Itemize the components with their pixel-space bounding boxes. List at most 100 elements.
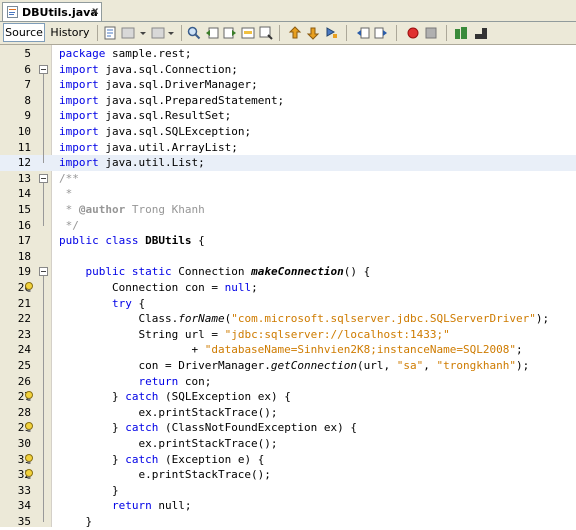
fold-toggle-icon[interactable] — [39, 173, 48, 183]
line-number: 11 — [17, 140, 31, 154]
code-line[interactable]: 6 import java.sql.Connection; — [0, 62, 576, 78]
back-dropdown-icon[interactable] — [139, 26, 147, 40]
code-line[interactable]: 19 public static Connection makeConnecti… — [0, 264, 576, 280]
file-tab-title: DBUtils.java — [22, 6, 98, 19]
code-text: import java.util.ArrayList; — [59, 140, 238, 154]
line-number: 5 — [24, 47, 31, 60]
code-line[interactable]: 17 public class DBUtils { — [0, 233, 576, 249]
toolbar-separator — [181, 25, 182, 41]
code-line[interactable]: 32 e.printStackTrace(); — [0, 467, 576, 483]
code-line[interactable]: 29 } catch (ClassNotFoundException ex) { — [0, 420, 576, 436]
code-line[interactable]: 8 import java.sql.PreparedStatement; — [0, 93, 576, 109]
toggle-bookmark-icon[interactable] — [324, 26, 338, 40]
hint-lightbulb-icon[interactable] — [24, 453, 34, 465]
line-number: 12 — [17, 156, 31, 170]
code-line[interactable]: 27 } catch (SQLException ex) { — [0, 389, 576, 405]
line-number: 24 — [17, 343, 31, 357]
line-number: 22 — [17, 312, 31, 326]
code-line[interactable]: 21 try { — [0, 296, 576, 312]
hint-lightbulb-icon[interactable] — [24, 469, 34, 480]
code-text: import java.sql.Connection; — [59, 62, 238, 76]
code-line[interactable]: 15 * @author Trong Khanh — [0, 202, 576, 218]
code-text: */ — [59, 218, 79, 232]
line-number: 23 — [17, 327, 31, 341]
java-file-icon — [7, 6, 18, 18]
next-bookmark-icon[interactable] — [306, 26, 320, 40]
code-line[interactable]: 34 return null; — [0, 498, 576, 514]
code-text: import java.sql.PreparedStatement; — [59, 93, 285, 107]
code-line[interactable]: 22 Class.forName("com.microsoft.sqlserve… — [0, 311, 576, 327]
code-line[interactable]: 16 */ — [0, 218, 576, 234]
code-line[interactable]: 14 * — [0, 186, 576, 202]
hint-lightbulb-icon[interactable] — [24, 422, 34, 433]
code-line[interactable]: 33 } — [0, 483, 576, 499]
previous-bookmark-icon[interactable] — [288, 26, 302, 40]
code-line[interactable]: 26 return con; — [0, 374, 576, 390]
stop-macro-icon[interactable] — [424, 26, 438, 40]
source-button[interactable]: Source — [3, 23, 45, 42]
code-text: import java.sql.DriverManager; — [59, 78, 258, 92]
code-text: e.printStackTrace(); — [59, 468, 271, 482]
code-line[interactable]: 28 ex.printStackTrace(); — [0, 405, 576, 421]
code-line[interactable]: 30 ex.printStackTrace(); — [0, 436, 576, 452]
last-edit-icon[interactable] — [103, 26, 117, 40]
find-next-icon[interactable] — [223, 26, 237, 40]
line-number: 30 — [17, 437, 31, 450]
code-text: } — [59, 483, 119, 497]
code-text: package sample.rest; — [59, 47, 192, 60]
code-line[interactable]: 12 import java.util.List; — [0, 155, 576, 171]
code-line[interactable]: 9 import java.sql.ResultSet; — [0, 108, 576, 124]
start-macro-icon[interactable] — [406, 26, 420, 40]
line-number: 26 — [17, 374, 31, 388]
line-number: 13 — [17, 171, 31, 185]
fold-toggle-icon[interactable] — [39, 64, 48, 74]
fold-guide-line — [43, 182, 44, 226]
code-text: } catch (ClassNotFoundException ex) { — [59, 421, 358, 435]
fold-guide-line — [43, 276, 44, 522]
find-selection-icon[interactable] — [241, 26, 255, 40]
close-icon[interactable]: x — [92, 6, 98, 17]
line-number: 28 — [17, 405, 31, 419]
fold-toggle-icon[interactable] — [39, 267, 48, 277]
hint-lightbulb-icon[interactable] — [24, 282, 34, 293]
fold-guide-line — [43, 73, 44, 164]
editor-tab-bar: DBUtils.java x — [0, 0, 576, 22]
code-line[interactable]: 25 con = DriverManager.getConnection(url… — [0, 358, 576, 374]
forward-icon[interactable] — [151, 26, 165, 40]
code-line[interactable]: 20 Connection con = null; — [0, 280, 576, 296]
code-line[interactable]: 35 } — [0, 514, 576, 530]
line-number: 18 — [17, 249, 31, 263]
code-editor[interactable]: 5 package sample.rest; 6 import java.sql.Co… — [0, 45, 576, 530]
find-icon[interactable] — [187, 26, 201, 40]
code-line[interactable]: 11 import java.util.ArrayList; — [0, 140, 576, 156]
code-line[interactable]: 10 import java.sql.SQLException; — [0, 124, 576, 140]
code-text: /** — [59, 171, 79, 185]
line-number: 34 — [17, 499, 31, 513]
line-number: 9 — [24, 109, 31, 123]
file-tab[interactable]: DBUtils.java x — [2, 2, 102, 21]
code-text: } catch (SQLException ex) { — [59, 390, 291, 404]
find-previous-icon[interactable] — [205, 26, 219, 40]
code-line[interactable]: 23 String url = "jdbc:sqlserver://localh… — [0, 327, 576, 343]
history-button[interactable]: History — [49, 23, 91, 42]
forward-dropdown-icon[interactable] — [167, 26, 175, 40]
line-number: 7 — [24, 78, 31, 92]
toolbar-separator — [396, 25, 397, 41]
code-line[interactable]: 24 + "databaseName=Sinhvien2K8;instanceN… — [0, 342, 576, 358]
code-text: * — [59, 187, 73, 201]
back-icon[interactable] — [121, 26, 135, 40]
code-line[interactable]: 13 /** — [0, 171, 576, 187]
uncomment-icon[interactable] — [474, 26, 488, 40]
code-line[interactable]: 18 — [0, 249, 576, 265]
hint-lightbulb-icon[interactable] — [24, 391, 34, 402]
line-number: 15 — [17, 203, 31, 216]
comment-icon[interactable] — [454, 26, 468, 40]
shift-right-icon[interactable] — [374, 26, 388, 40]
shift-left-icon[interactable] — [356, 26, 370, 40]
code-line[interactable]: 5 package sample.rest; — [0, 46, 576, 62]
toggle-highlight-icon[interactable] — [259, 26, 273, 40]
code-line[interactable]: 7 import java.sql.DriverManager; — [0, 77, 576, 93]
code-line[interactable]: 31 } catch (Exception e) { — [0, 452, 576, 468]
code-text: } catch (Exception e) { — [59, 452, 265, 466]
code-text: } — [59, 515, 93, 528]
